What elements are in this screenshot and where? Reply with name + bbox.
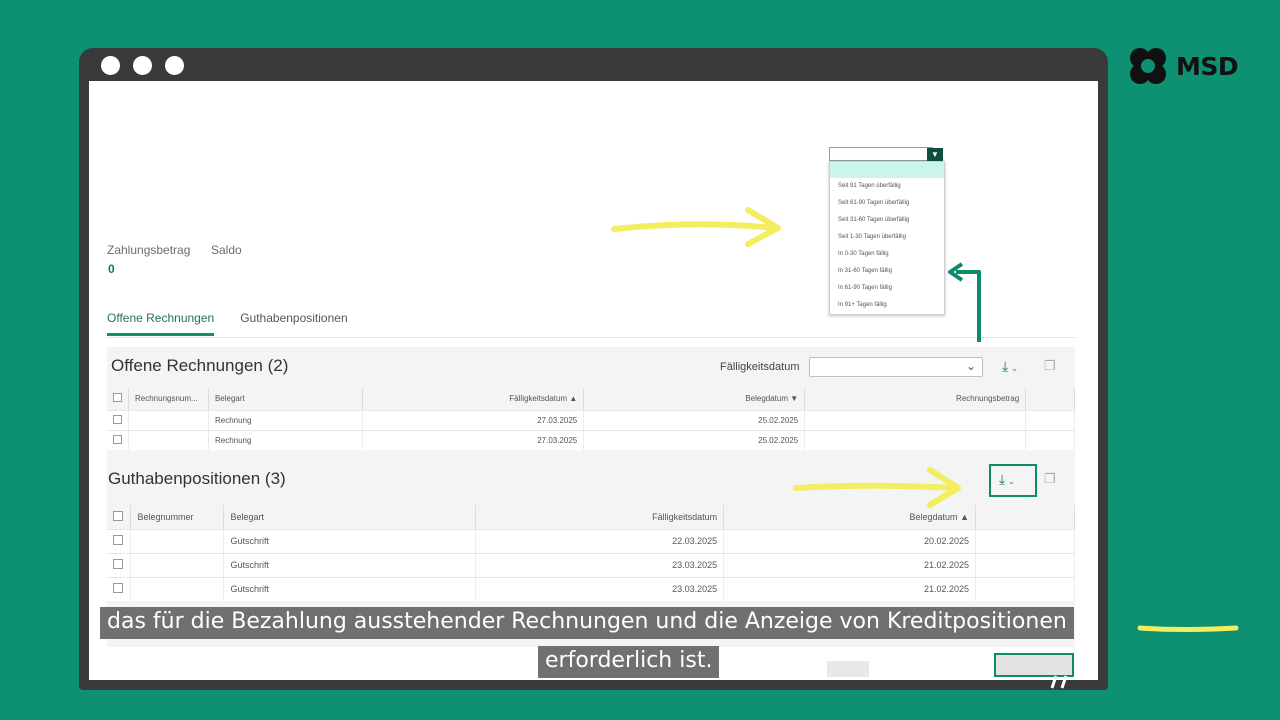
yellow-arrow-icon xyxy=(611,207,781,247)
decoration-marks xyxy=(1050,675,1068,689)
yellow-arrow-icon xyxy=(793,467,961,508)
subtitle-line-1: das für die Bezahlung ausstehender Rechn… xyxy=(100,607,1074,639)
yellow-arrow-icon xyxy=(1137,625,1239,632)
green-arrow-icon xyxy=(948,262,981,342)
subtitle-line-2: erforderlich ist. xyxy=(538,646,720,678)
